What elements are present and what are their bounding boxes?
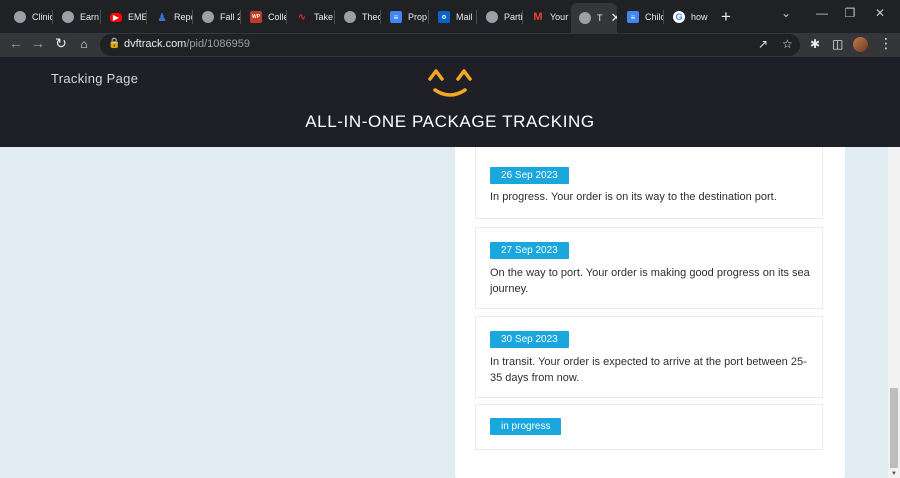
tab-title: Prop xyxy=(408,12,428,22)
tab-title: how xyxy=(691,12,708,22)
restore-icon[interactable]: ❐ xyxy=(840,6,860,20)
browser-tab[interactable]: Clinic xyxy=(4,6,52,28)
date-badge: 27 Sep 2023 xyxy=(490,242,569,259)
page-scrollbar[interactable]: ▼ xyxy=(888,147,900,478)
browser-tab[interactable]: o Mail xyxy=(428,6,476,28)
forward-icon[interactable]: → xyxy=(29,35,47,51)
browser-tab[interactable]: Partic xyxy=(476,6,522,28)
globe-icon xyxy=(14,11,26,23)
pulse-icon: ∿ xyxy=(297,11,307,23)
tab-title: Take xyxy=(314,12,334,22)
docs-icon: ≡ xyxy=(627,11,639,23)
new-tab-button[interactable]: + xyxy=(718,7,734,27)
globe-icon xyxy=(486,11,498,23)
globe-icon xyxy=(62,11,74,23)
tab-title: Clinic xyxy=(32,12,52,22)
timeline-entry: 27 Sep 2023 On the way to port. Your ord… xyxy=(475,227,823,309)
status-text: In progress. Your order is on its way to… xyxy=(490,191,777,203)
date-badge: 26 Sep 2023 xyxy=(490,167,569,184)
status-text: In transit. Your order is expected to ar… xyxy=(490,356,807,384)
page-viewport: Tracking Page ALL-IN-ONE PACKAGE TRACKIN… xyxy=(0,57,900,478)
browser-tab[interactable]: ∿ Take xyxy=(286,6,334,28)
share-icon[interactable]: ↗ xyxy=(758,37,768,51)
tab-title: T xyxy=(597,13,603,23)
google-icon: G xyxy=(673,11,685,23)
extensions-icon[interactable]: ✱ xyxy=(810,37,820,51)
browser-tab[interactable]: ≡ Child xyxy=(617,6,663,28)
minimize-icon[interactable]: — xyxy=(812,6,832,20)
gmail-icon: M xyxy=(533,11,543,23)
scrollbar-thumb[interactable] xyxy=(890,388,898,468)
wp-icon: WP xyxy=(250,11,262,23)
timeline-entry: 26 Sep 2023 In progress. Your order is o… xyxy=(475,147,823,219)
lock-icon[interactable]: 🔒 xyxy=(108,38,120,49)
timeline-entry: in progress xyxy=(475,404,823,450)
tracking-page-link[interactable]: Tracking Page xyxy=(51,71,138,86)
browser-tab[interactable]: ▶ EMER xyxy=(100,6,146,28)
tracking-timeline-card: 26 Sep 2023 In progress. Your order is o… xyxy=(455,147,845,478)
tab-title: Theo xyxy=(362,12,380,22)
tab-title: Earn xyxy=(80,12,100,22)
youtube-icon: ▶ xyxy=(110,12,122,22)
date-badge: 30 Sep 2023 xyxy=(490,331,569,348)
tab-title: EMER xyxy=(128,12,146,22)
bookmark-star-icon[interactable]: ☆ xyxy=(782,37,793,51)
browser-tab[interactable]: ♟ Repo xyxy=(146,6,192,28)
browser-tab-active[interactable]: T ✕ xyxy=(571,3,617,33)
back-icon[interactable]: ← xyxy=(7,35,25,51)
home-icon[interactable]: ⌂ xyxy=(75,37,93,51)
docs-icon: ≡ xyxy=(390,11,402,23)
tab-strip: Clinic Earn ▶ EMER ♟ Repo Fall 2 WP Coll… xyxy=(0,0,900,33)
address-bar[interactable]: 🔒 dvftrack.com/pid/1086959 ↗ ☆ xyxy=(100,34,800,56)
browser-tab[interactable]: Fall 2 xyxy=(192,6,240,28)
browser-tab[interactable]: ≡ Prop xyxy=(380,6,428,28)
tab-title: Child xyxy=(645,12,663,22)
menu-icon[interactable]: ⋮ xyxy=(879,35,893,52)
tab-title: Mail xyxy=(456,12,473,22)
smile-logo-icon xyxy=(428,69,472,97)
page-title: ALL-IN-ONE PACKAGE TRACKING xyxy=(305,112,595,131)
tab-title: Fall 2 xyxy=(220,12,240,22)
profile-avatar[interactable] xyxy=(853,37,868,52)
browser-tab[interactable]: G how xyxy=(663,6,711,28)
site-header: Tracking Page ALL-IN-ONE PACKAGE TRACKIN… xyxy=(0,57,900,147)
tab-search-icon[interactable]: ⌄ xyxy=(776,6,796,20)
status-badge: in progress xyxy=(490,418,562,435)
globe-icon xyxy=(579,12,591,24)
browser-tab[interactable]: WP Colle xyxy=(240,6,286,28)
browser-tab[interactable]: Theo xyxy=(334,6,380,28)
browser-tab[interactable]: Earn xyxy=(52,6,100,28)
tab-title: Your xyxy=(550,12,569,22)
person-icon: ♟ xyxy=(157,11,167,24)
tab-title: Colle xyxy=(268,12,286,22)
url-text[interactable]: dvftrack.com/pid/1086959 xyxy=(124,38,250,50)
outlook-icon: o xyxy=(438,11,450,23)
status-text: On the way to port. Your order is making… xyxy=(490,267,810,295)
tab-title: Repo xyxy=(174,12,192,22)
globe-icon xyxy=(202,11,214,23)
browser-tab[interactable]: M Your xyxy=(522,6,570,28)
browser-toolbar: ← → ↻ ⌂ 🔒 dvftrack.com/pid/1086959 ↗ ☆ ✱… xyxy=(0,33,900,57)
globe-icon xyxy=(344,11,356,23)
scroll-down-icon[interactable]: ▼ xyxy=(888,471,900,477)
reload-icon[interactable]: ↻ xyxy=(52,35,70,52)
tab-title: Partic xyxy=(504,12,522,22)
side-panel-icon[interactable]: ◫ xyxy=(832,37,843,51)
window-close-icon[interactable]: ✕ xyxy=(870,6,890,20)
timeline-entry: 30 Sep 2023 In transit. Your order is ex… xyxy=(475,316,823,398)
